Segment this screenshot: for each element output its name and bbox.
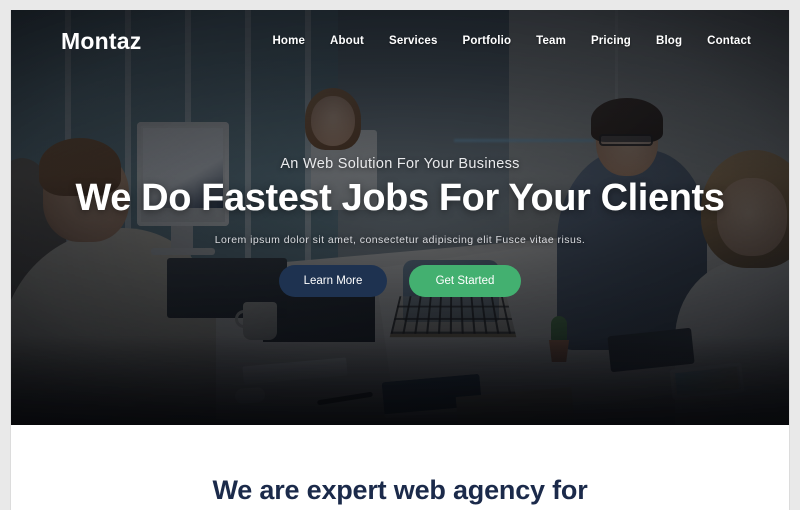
hero-subtitle: Lorem ipsum dolor sit amet, consectetur … — [214, 233, 586, 246]
nav-item-portfolio[interactable]: Portfolio — [463, 35, 512, 47]
intro-section: We are expert web agency for — [11, 425, 789, 510]
get-started-button[interactable]: Get Started — [409, 264, 521, 297]
nav-item-blog[interactable]: Blog — [656, 35, 682, 47]
hero-content: An Web Solution For Your Business We Do … — [11, 156, 789, 297]
hero-cta-group: Learn More Get Started — [51, 264, 749, 297]
hero-bottom-fade — [11, 335, 789, 425]
nav-item-team[interactable]: Team — [536, 35, 566, 47]
site-logo[interactable]: Montaz — [61, 28, 141, 55]
webpage-canvas: Montaz Home About Services Portfolio Tea… — [10, 10, 790, 510]
nav-item-services[interactable]: Services — [389, 35, 438, 47]
learn-more-button[interactable]: Learn More — [279, 264, 387, 297]
intro-heading: We are expert web agency for — [212, 475, 588, 505]
nav-item-pricing[interactable]: Pricing — [591, 35, 631, 47]
site-header: Montaz Home About Services Portfolio Tea… — [11, 10, 789, 72]
browser-viewport: Montaz Home About Services Portfolio Tea… — [0, 0, 800, 510]
hero-eyebrow: An Web Solution For Your Business — [280, 156, 520, 172]
nav-item-home[interactable]: Home — [272, 35, 305, 47]
main-navigation: Home About Services Portfolio Team Prici… — [272, 35, 751, 47]
nav-item-about[interactable]: About — [330, 35, 364, 47]
hero-title: We Do Fastest Jobs For Your Clients — [75, 177, 725, 219]
nav-item-contact[interactable]: Contact — [707, 35, 751, 47]
hero-section: Montaz Home About Services Portfolio Tea… — [11, 10, 789, 425]
